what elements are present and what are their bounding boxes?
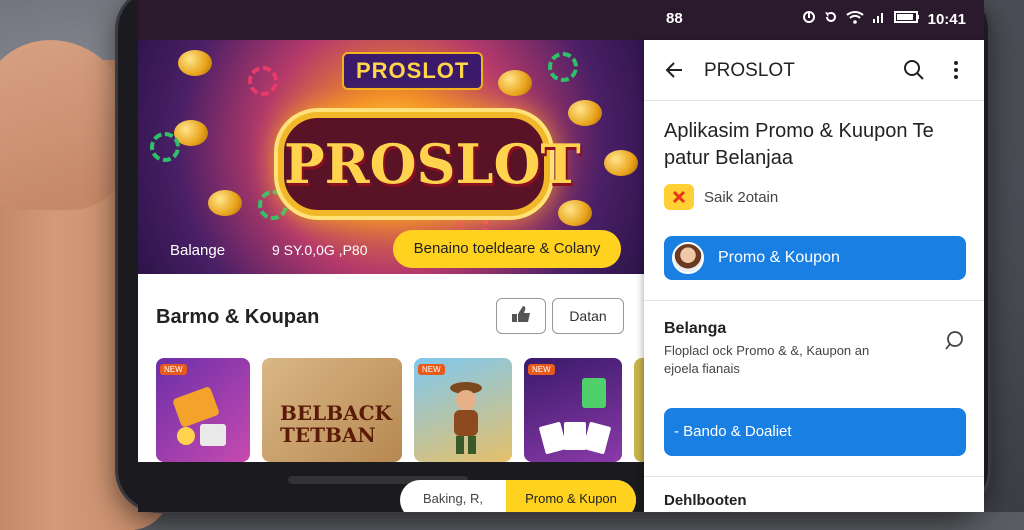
- promo-banner[interactable]: PROSLOT PROSLOT Balange 9 SY.0,0G ,P80 B…: [138, 40, 644, 274]
- card-badge: NEW: [418, 364, 445, 375]
- description-line-2: ejoela fianais: [664, 361, 740, 376]
- wifi-icon: [845, 10, 864, 28]
- banner-label-mid: 9 SY.0,0G ,P80: [272, 242, 368, 258]
- primary-button-label: Promo & Koupon: [718, 249, 840, 266]
- thumb-button[interactable]: [496, 298, 546, 334]
- divider: [644, 476, 984, 477]
- signal-icon: [872, 10, 886, 28]
- status-bar: 88 10:41: [138, 0, 984, 38]
- app-topbar: PROSLOT: [644, 40, 984, 101]
- card-title: BELBACK TETBAN: [280, 401, 392, 447]
- coin-decoration: [208, 190, 242, 216]
- search-icon[interactable]: [902, 58, 926, 82]
- topbar-title: PROSLOT: [704, 60, 795, 81]
- sync-icon: [824, 10, 838, 28]
- coin-decoration: [498, 70, 532, 96]
- arrow-left-icon[interactable]: [662, 58, 686, 82]
- promo-card[interactable]: BELBACK TETBAN: [262, 358, 402, 462]
- heading-line-1: Aplikasim Promo & Kuupon Te: [664, 120, 934, 142]
- heading-line-2: patur Belanjaa: [664, 147, 793, 169]
- status-icons: 10:41: [802, 10, 966, 28]
- chat-icon[interactable]: [942, 328, 966, 352]
- chip-decoration: [248, 66, 278, 96]
- status-left-text: 88: [666, 10, 683, 27]
- promo-card[interactable]: NEW: [414, 358, 512, 462]
- datan-button[interactable]: Datan: [552, 298, 624, 334]
- more-vertical-icon[interactable]: [944, 58, 968, 82]
- coin-decoration: [178, 50, 212, 76]
- coin-decoration: [604, 150, 638, 176]
- banner-cta-button[interactable]: Benaino toeldeare & Colany: [393, 230, 621, 268]
- app-info-row: Saik 2otain: [664, 184, 778, 210]
- proslot-logo-big: PROSLOT: [278, 112, 581, 216]
- card-badge: NEW: [160, 364, 187, 375]
- promo-card[interactable]: NEW: [524, 358, 622, 462]
- thumb-icon: [510, 305, 532, 328]
- app-label: Saik 2otain: [704, 188, 779, 206]
- bando-doaliet-button[interactable]: - Bando & Doaliet: [664, 408, 966, 456]
- chip-decoration: [548, 52, 578, 82]
- section-title-belanga: Belanga: [664, 320, 727, 337]
- bottom-pill-right[interactable]: Promo & Kupon: [506, 480, 636, 512]
- section-title: Barmo & Koupan: [156, 306, 320, 328]
- bottom-pill-left[interactable]: Baking, R,: [400, 480, 506, 512]
- promo-koupon-button[interactable]: Promo & Koupon: [664, 236, 966, 280]
- coin-decoration: [558, 200, 592, 226]
- battery-icon: [893, 10, 920, 28]
- banner-label-left: Balange: [170, 242, 226, 259]
- bottom-action-pill[interactable]: Baking, R, Promo & Kupon: [400, 480, 636, 512]
- promo-card[interactable]: NEW: [156, 358, 250, 462]
- detail-panel: PROSLOT Aplikasim Promo & Kuupon Te patu…: [644, 40, 984, 512]
- left-content: Barmo & Koupan Datan NEW BELBACK TETBAN N…: [138, 274, 654, 462]
- thumb: [0, 40, 130, 210]
- chip-decoration: [150, 132, 180, 162]
- section-title-dehlbooten: Dehlbooten: [664, 492, 747, 509]
- divider: [644, 300, 984, 301]
- section-description: Floplacl ock Promo & &, Kaupon an ejoela…: [664, 342, 924, 378]
- phone-screen: 88 10:41 PROSLOT PROSLOT Balange 9 SY.0,…: [138, 0, 984, 512]
- alarm-icon: [802, 10, 816, 28]
- app-badge-icon: [664, 184, 694, 210]
- clock-time: 10:41: [927, 10, 966, 28]
- avatar: [672, 242, 704, 274]
- description-line-1: Floplacl ock Promo & &, Kaupon an: [664, 343, 870, 358]
- page-heading: Aplikasim Promo & Kuupon Te patur Belanj…: [664, 118, 964, 172]
- coin-decoration: [568, 100, 602, 126]
- proslot-logo-small: PROSLOT: [342, 52, 484, 90]
